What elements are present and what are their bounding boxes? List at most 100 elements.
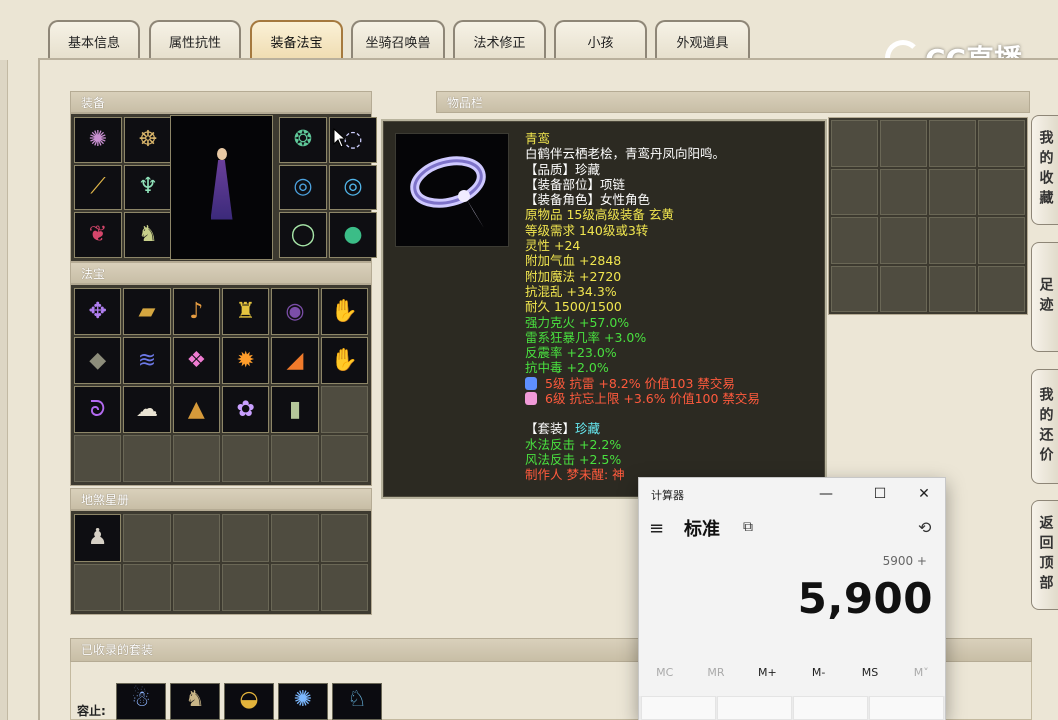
memory-key-m[interactable]: M˅ <box>896 666 947 679</box>
empty-slot[interactable] <box>221 563 270 611</box>
item-slot[interactable]: ▮ <box>271 386 319 433</box>
set-item[interactable]: ☃ <box>116 683 166 720</box>
item-slot[interactable]: ✹ <box>221 337 270 384</box>
item-slot[interactable]: ♜ <box>221 288 270 335</box>
inventory-slot[interactable] <box>880 120 927 167</box>
tab-mount-summon[interactable]: 坐骑召唤兽 <box>351 20 445 60</box>
inventory-slot[interactable] <box>929 120 976 167</box>
item-slot[interactable]: ♪ <box>172 288 220 335</box>
item-slot[interactable]: ◯ <box>279 212 327 258</box>
item-slot[interactable]: ♆ <box>124 164 172 211</box>
empty-slot[interactable] <box>320 563 368 611</box>
keypad-key[interactable] <box>641 696 716 720</box>
empty-slot[interactable] <box>221 435 270 482</box>
memory-key-mplus[interactable]: M+ <box>742 666 793 679</box>
empty-slot[interactable] <box>221 514 270 562</box>
inventory-slot[interactable] <box>929 265 976 312</box>
inventory-slot[interactable] <box>978 120 1025 167</box>
item-slot[interactable]: ◉ <box>271 288 319 335</box>
empty-slot[interactable] <box>271 563 319 611</box>
item-slot[interactable]: ✋ <box>320 288 368 335</box>
inventory-slot[interactable] <box>831 168 878 215</box>
side-tab-my-collection[interactable]: 我的收藏 <box>1031 115 1058 225</box>
side-tab-my-bargains[interactable]: 我的还价 <box>1031 369 1058 484</box>
tab-spell-correction[interactable]: 法术修正 <box>453 20 546 60</box>
tab-equipment-treasure[interactable]: 装备法宝 <box>250 20 343 60</box>
gem-icon <box>525 376 537 390</box>
minimize-button[interactable]: — <box>803 482 849 506</box>
item-slot[interactable]: ● <box>329 212 377 258</box>
memory-key-mc[interactable]: MC <box>639 666 690 679</box>
inventory-slot[interactable] <box>929 217 976 264</box>
empty-slot[interactable] <box>172 514 220 562</box>
item-slot[interactable]: ❖ <box>172 337 220 384</box>
item-slot[interactable]: ◎ <box>279 164 327 211</box>
memory-key-mr[interactable]: MR <box>690 666 741 679</box>
inventory-slot[interactable] <box>978 265 1025 312</box>
gem-icon <box>525 392 537 406</box>
tab-basic-info[interactable]: 基本信息 <box>48 20 140 60</box>
item-slot[interactable]: ▰ <box>123 288 171 335</box>
item-slot[interactable]: ♟ <box>74 514 122 562</box>
item-slot[interactable]: ◢ <box>271 337 319 384</box>
maximize-button[interactable]: ☐ <box>857 482 903 506</box>
tab-appearance-items[interactable]: 外观道具 <box>655 20 750 60</box>
keypad-key[interactable] <box>869 696 944 720</box>
set-item[interactable]: ✺ <box>278 683 328 720</box>
inventory-slot[interactable] <box>929 168 976 215</box>
inventory-slot[interactable] <box>831 265 878 312</box>
side-tab-back-to-top[interactable]: 返回顶部 <box>1031 500 1058 610</box>
empty-slot[interactable] <box>271 514 319 562</box>
memory-key-mminus[interactable]: M- <box>793 666 844 679</box>
hamburger-menu-icon[interactable]: ≡ <box>649 518 664 539</box>
inventory-slot[interactable] <box>831 217 878 264</box>
empty-slot[interactable] <box>74 563 122 611</box>
inventory-slot[interactable] <box>978 217 1025 264</box>
empty-slot[interactable] <box>320 386 368 433</box>
item-slot[interactable]: ❦ <box>74 212 122 258</box>
item-slot[interactable]: ◆ <box>74 337 122 384</box>
star-book-panel-header: 地煞星册 <box>70 488 372 510</box>
character-portrait <box>170 115 273 260</box>
empty-slot[interactable] <box>271 435 319 482</box>
keypad-key[interactable] <box>717 696 792 720</box>
empty-slot[interactable] <box>123 563 171 611</box>
item-slot[interactable]: ▲ <box>172 386 220 433</box>
tab-attributes[interactable]: 属性抗性 <box>149 20 241 60</box>
item-slot[interactable]: ❂ <box>279 117 327 163</box>
item-slot[interactable]: ✋ <box>320 337 368 384</box>
item-slot[interactable]: ☁ <box>123 386 171 433</box>
tab-label: 装备法宝 <box>270 35 323 51</box>
empty-slot[interactable] <box>123 514 171 562</box>
close-button[interactable]: ✕ <box>901 482 947 506</box>
set-item[interactable]: ♘ <box>332 683 382 720</box>
empty-slot[interactable] <box>172 435 220 482</box>
item-slot[interactable]: ♞ <box>124 212 172 258</box>
item-slot[interactable]: ⟋ <box>74 164 122 211</box>
item-slot[interactable]: ᘐ <box>74 386 122 433</box>
item-slot[interactable]: ≋ <box>123 337 171 384</box>
keypad-key[interactable] <box>793 696 868 720</box>
side-tab-footprints[interactable]: 足迹 <box>1031 242 1058 352</box>
empty-slot[interactable] <box>74 435 122 482</box>
item-slot[interactable]: ◎ <box>329 164 377 211</box>
tab-child[interactable]: 小孩 <box>554 20 647 60</box>
empty-slot[interactable] <box>123 435 171 482</box>
item-slot[interactable]: ✿ <box>221 386 270 433</box>
empty-slot[interactable] <box>172 563 220 611</box>
empty-slot[interactable] <box>320 514 368 562</box>
inventory-slot[interactable] <box>880 265 927 312</box>
history-icon[interactable]: ⟲ <box>918 518 931 537</box>
item-slot[interactable]: ✺ <box>74 117 122 163</box>
inventory-slot[interactable] <box>880 168 927 215</box>
empty-slot[interactable] <box>320 435 368 482</box>
item-slot[interactable]: ☸ <box>124 117 172 163</box>
inventory-slot[interactable] <box>978 168 1025 215</box>
keep-on-top-icon[interactable]: ⧉ <box>743 519 753 535</box>
inventory-slot[interactable] <box>880 217 927 264</box>
item-slot[interactable]: ✥ <box>74 288 122 335</box>
inventory-slot[interactable] <box>831 120 878 167</box>
set-item[interactable]: ◒ <box>224 683 274 720</box>
memory-key-ms[interactable]: MS <box>844 666 895 679</box>
set-item[interactable]: ♞ <box>170 683 220 720</box>
